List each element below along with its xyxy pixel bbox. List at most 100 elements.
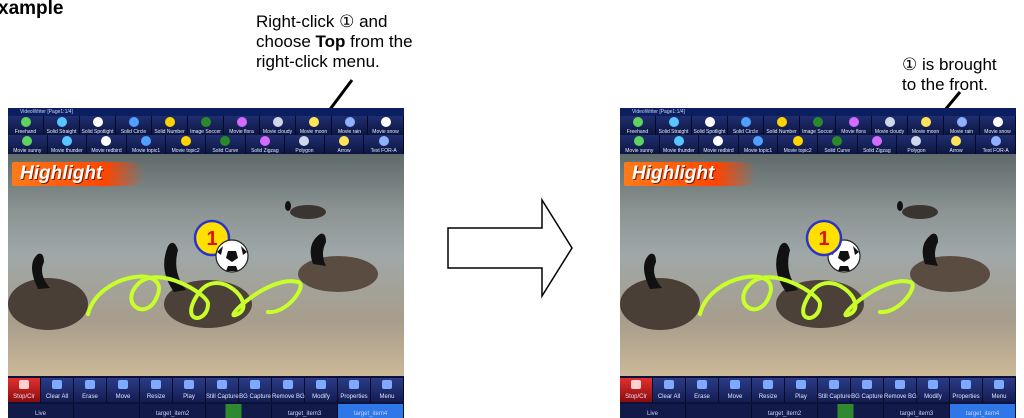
tool-icon: [180, 136, 191, 146]
tool-button[interactable]: Movie redbird: [699, 135, 739, 154]
tool-button[interactable]: Solid Spotlight: [692, 116, 728, 135]
tool-button[interactable]: Arrow: [937, 135, 977, 154]
tool-button[interactable]: Movie rain: [332, 116, 368, 135]
tool-button[interactable]: Movie snow: [980, 116, 1016, 135]
command-button[interactable]: Clear All: [653, 378, 686, 402]
soccer-ball-icon[interactable]: [215, 239, 249, 273]
command-button[interactable]: Still Capture: [206, 378, 239, 402]
tool-button[interactable]: Movie topic2: [778, 135, 818, 154]
command-button[interactable]: Resize: [140, 378, 173, 402]
tool-button[interactable]: Movie topic2: [166, 135, 206, 154]
page-thumbnail[interactable]: [206, 404, 272, 418]
command-button[interactable]: Modify: [305, 378, 338, 402]
bottom-panel: Stop/Clr Clear All Erase Move Resize Play Stil…: [8, 376, 404, 418]
tool-button[interactable]: Solid Curve: [818, 135, 858, 154]
tool-button[interactable]: Text FOR-A: [976, 135, 1016, 154]
tool-button[interactable]: Image Soccer: [188, 116, 224, 135]
tool-button[interactable]: Solid Number: [152, 116, 188, 135]
command-button[interactable]: Menu: [371, 378, 404, 402]
page-thumbnail[interactable]: [74, 404, 140, 418]
command-button[interactable]: Stop/Clr: [620, 378, 653, 402]
tool-button[interactable]: Movie cloudy: [872, 116, 908, 135]
tool-button[interactable]: Movie rain: [944, 116, 980, 135]
screenshot-before: VideoWriter [Page1:1/4] Freehand Solid St…: [8, 108, 404, 418]
tool-button[interactable]: Movie thunder: [48, 135, 88, 154]
command-button[interactable]: Remove BG: [272, 378, 305, 402]
command-button[interactable]: Move: [719, 378, 752, 402]
window-title: VideoWriter [Page1:1/4]: [8, 108, 404, 116]
command-button[interactable]: Properties: [950, 378, 983, 402]
page-thumbnail[interactable]: Live: [620, 404, 686, 418]
tool-button[interactable]: Image Soccer: [800, 116, 836, 135]
tool-button[interactable]: Solid Number: [764, 116, 800, 135]
tool-icon: [951, 136, 962, 146]
tool-icon: [92, 117, 103, 127]
tool-button[interactable]: Movie moon: [296, 116, 332, 135]
tool-button[interactable]: Solid Spotlight: [80, 116, 116, 135]
tool-button[interactable]: Movie moon: [908, 116, 944, 135]
command-button[interactable]: Menu: [983, 378, 1016, 402]
tool-button[interactable]: Movie topic1: [739, 135, 779, 154]
number-badge[interactable]: 1: [805, 219, 843, 257]
tool-icon: [339, 136, 350, 146]
page-thumbnail[interactable]: target_item2: [752, 404, 818, 418]
page-thumbnail[interactable]: target_item3: [272, 404, 338, 418]
tool-button[interactable]: Arrow: [325, 135, 365, 154]
tool-button[interactable]: Movie topic1: [127, 135, 167, 154]
page-thumbnail[interactable]: target_item3: [884, 404, 950, 418]
command-button[interactable]: Stop/Clr: [8, 378, 41, 402]
tool-icon: [308, 117, 319, 127]
tool-button[interactable]: Solid Straight: [656, 116, 692, 135]
tool-button[interactable]: Movie thunder: [660, 135, 700, 154]
page-thumbnail[interactable]: [818, 404, 884, 418]
tool-button[interactable]: Freehand: [620, 116, 656, 135]
tool-button[interactable]: Movie flora: [224, 116, 260, 135]
command-button[interactable]: Play: [173, 378, 206, 402]
command-button[interactable]: Modify: [917, 378, 950, 402]
command-button[interactable]: Play: [785, 378, 818, 402]
tool-icon: [713, 136, 724, 146]
tool-icon: [792, 136, 803, 146]
tool-button[interactable]: Polygon: [285, 135, 325, 154]
tool-button[interactable]: Solid Circle: [116, 116, 152, 135]
tool-button[interactable]: Movie sunny: [620, 135, 660, 154]
tool-button[interactable]: Text FOR-A: [364, 135, 404, 154]
tool-button[interactable]: Movie sunny: [8, 135, 48, 154]
tool-button[interactable]: Solid Straight: [44, 116, 80, 135]
page-thumbnail[interactable]: Live: [8, 404, 74, 418]
command-button[interactable]: Remove BG: [884, 378, 917, 402]
command-label: Menu: [379, 394, 395, 400]
page-thumbnail[interactable]: target_item2: [140, 404, 206, 418]
tool-button[interactable]: Movie redbird: [87, 135, 127, 154]
tool-button[interactable]: Solid Curve: [206, 135, 246, 154]
tool-icon: [753, 136, 764, 146]
command-button[interactable]: Still Capture: [818, 378, 851, 402]
callout-left: Right-click ① and choose Top from the ri…: [256, 12, 413, 72]
tool-icon: [20, 117, 31, 127]
command-icon: [52, 380, 62, 389]
tool-icon: [634, 136, 645, 146]
tool-button[interactable]: Movie cloudy: [260, 116, 296, 135]
tool-button[interactable]: Movie flora: [836, 116, 872, 135]
command-button[interactable]: Erase: [686, 378, 719, 402]
command-button[interactable]: Resize: [752, 378, 785, 402]
command-icon: [151, 380, 161, 389]
tool-button[interactable]: Movie snow: [368, 116, 404, 135]
command-button[interactable]: BG Capture: [851, 378, 884, 402]
command-button[interactable]: Move: [107, 378, 140, 402]
tool-button[interactable]: Polygon: [897, 135, 937, 154]
command-button[interactable]: Clear All: [41, 378, 74, 402]
tool-button[interactable]: Solid Zigzag: [246, 135, 286, 154]
command-label: Resize: [758, 394, 778, 400]
tool-button[interactable]: Solid Zigzag: [858, 135, 898, 154]
command-button[interactable]: Properties: [338, 378, 371, 402]
command-icon: [316, 380, 326, 389]
tool-button[interactable]: Solid Circle: [728, 116, 764, 135]
page-thumbnail[interactable]: target_item4: [950, 404, 1016, 418]
page-thumbnail[interactable]: target_item4: [338, 404, 404, 418]
command-button[interactable]: BG Capture: [239, 378, 272, 402]
page-thumbnail[interactable]: [686, 404, 752, 418]
bottom-panel: Stop/Clr Clear All Erase Move Resize Play Stil…: [620, 376, 1016, 418]
command-button[interactable]: Erase: [74, 378, 107, 402]
tool-button[interactable]: Freehand: [8, 116, 44, 135]
